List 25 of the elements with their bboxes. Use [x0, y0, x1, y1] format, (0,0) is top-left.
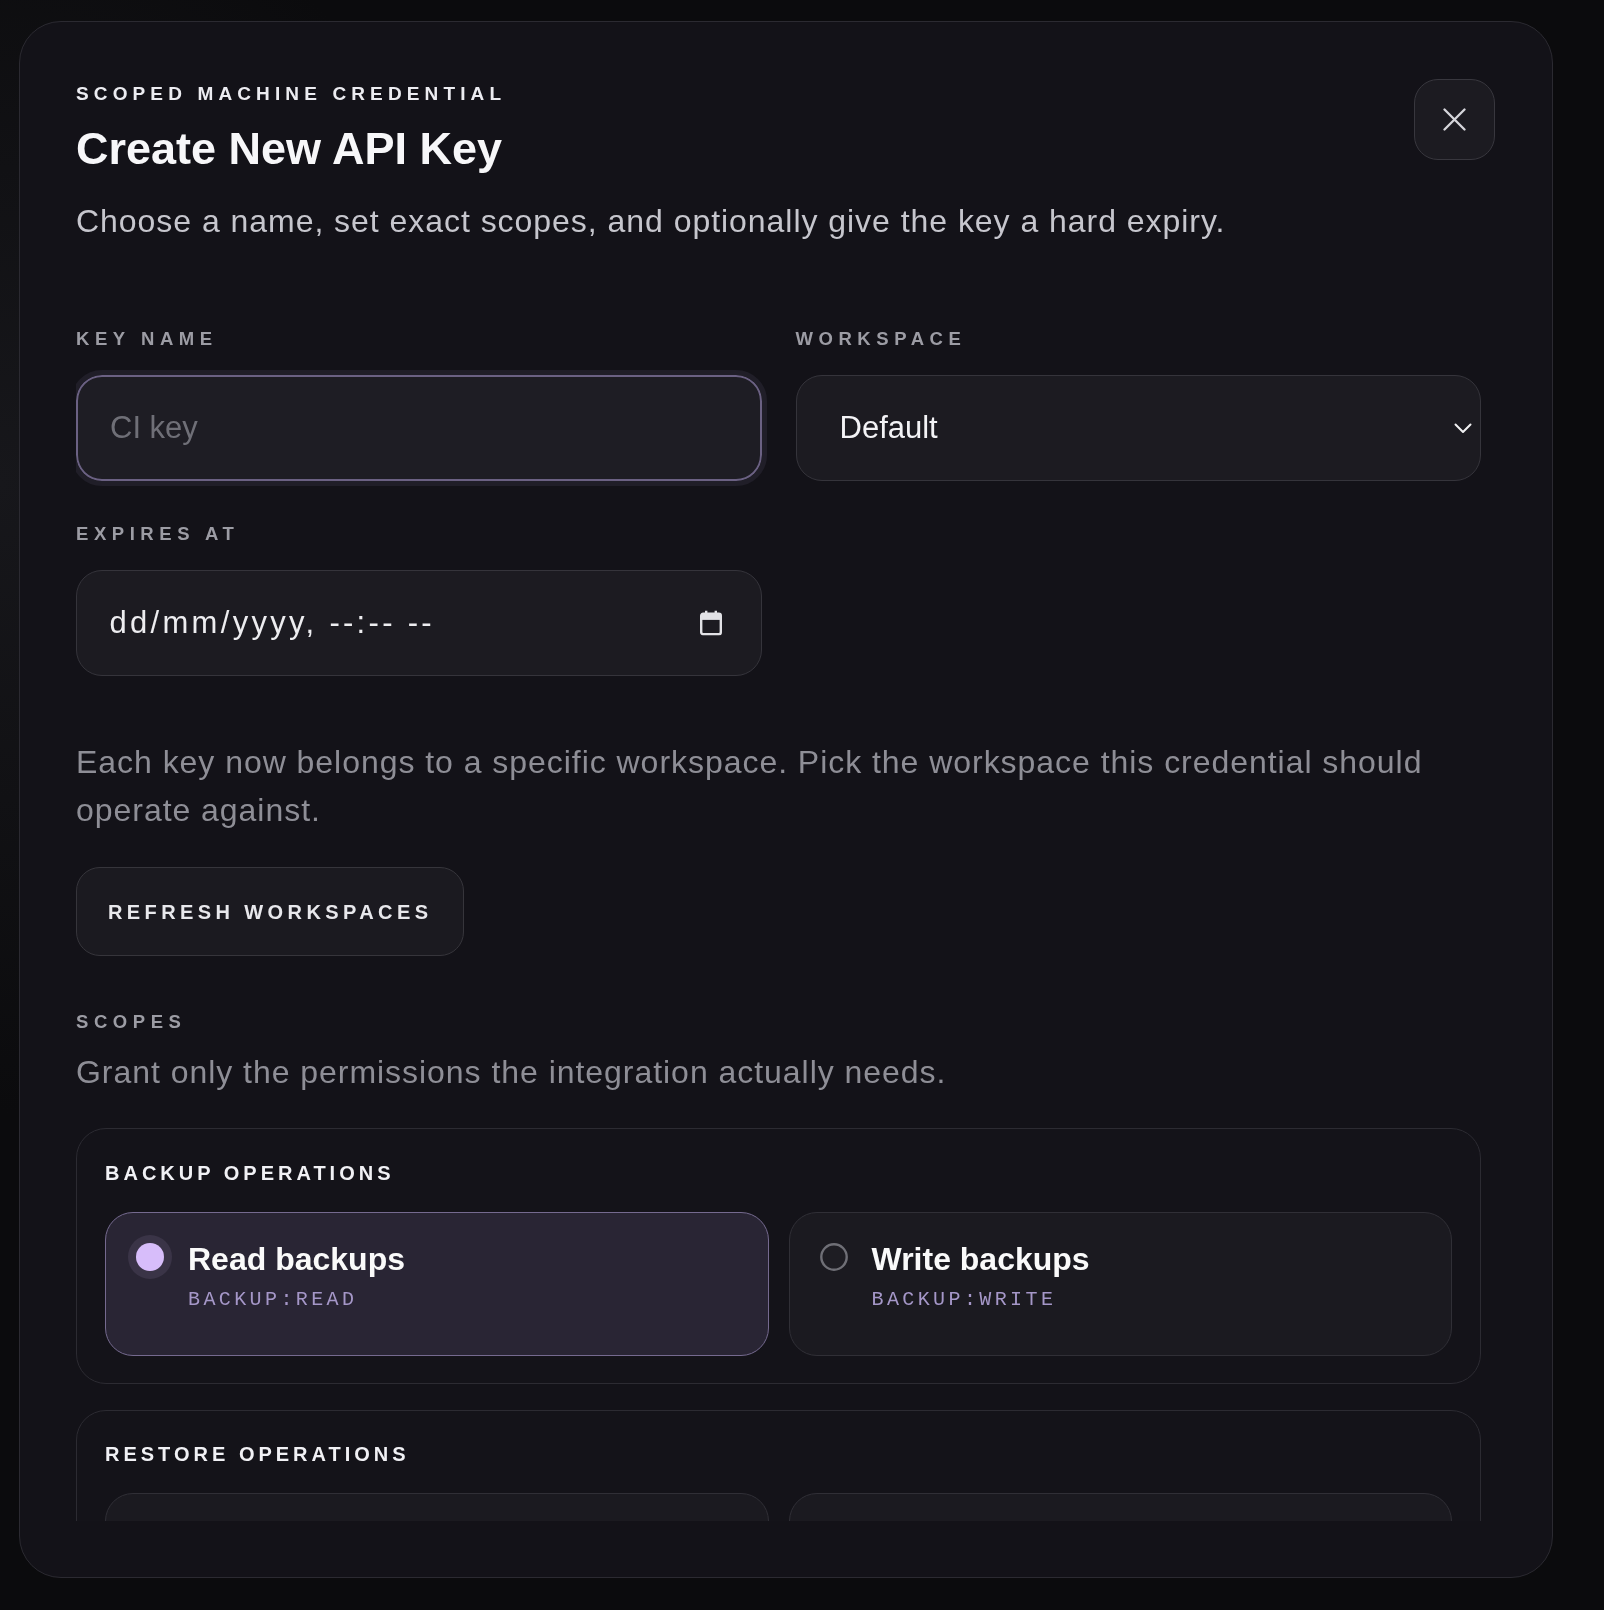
- scope-option[interactable]: Write backups BACKUP:WRITE: [788, 1211, 1452, 1356]
- option-title: Read backups: [188, 1239, 405, 1279]
- help-text: Each key now belongs to a specific workspace. Pick the workspace this credential should operate against.: [76, 743, 1424, 830]
- eyebrow-text: SCOPED MACHINE CREDENTIAL: [76, 82, 508, 106]
- caret-icon: [1454, 422, 1472, 434]
- section-description: Grant only the permissions the integration actually needs.: [76, 1053, 948, 1092]
- option-title: Write backups: [871, 1239, 1090, 1279]
- close-icon: [1443, 108, 1466, 131]
- refresh-button[interactable]: REFRESH WORKSPACES: [76, 867, 465, 956]
- field-label: EXPIRES AT: [76, 522, 241, 546]
- text-input[interactable]: CI key: [76, 370, 767, 486]
- scope-code: BACKUP:WRITE: [871, 1286, 1058, 1313]
- scope-code: BACKUP:READ: [188, 1286, 359, 1313]
- dialog-subtitle: Choose a name, set exact scopes, and optionally give the key a hard expiry.: [76, 202, 1226, 241]
- scope-option[interactable]: Read backups BACKUP:READ: [105, 1211, 769, 1356]
- calendar-icon: [699, 610, 722, 636]
- field-label: KEY NAME: [76, 327, 219, 351]
- close-button[interactable]: [1414, 79, 1495, 160]
- section-label: SCOPES: [76, 1010, 188, 1034]
- dialog-title: Create New API Key: [76, 124, 503, 174]
- field-label: WORKSPACE: [795, 327, 968, 351]
- group-title: BACKUP OPERATIONS: [105, 1160, 396, 1185]
- dropdown-select[interactable]: Default: [795, 375, 1481, 481]
- group-title: RESTORE OPERATIONS: [105, 1442, 411, 1466]
- date-time-input[interactable]: dd/mm/yyyy, --:-- --: [76, 570, 762, 676]
